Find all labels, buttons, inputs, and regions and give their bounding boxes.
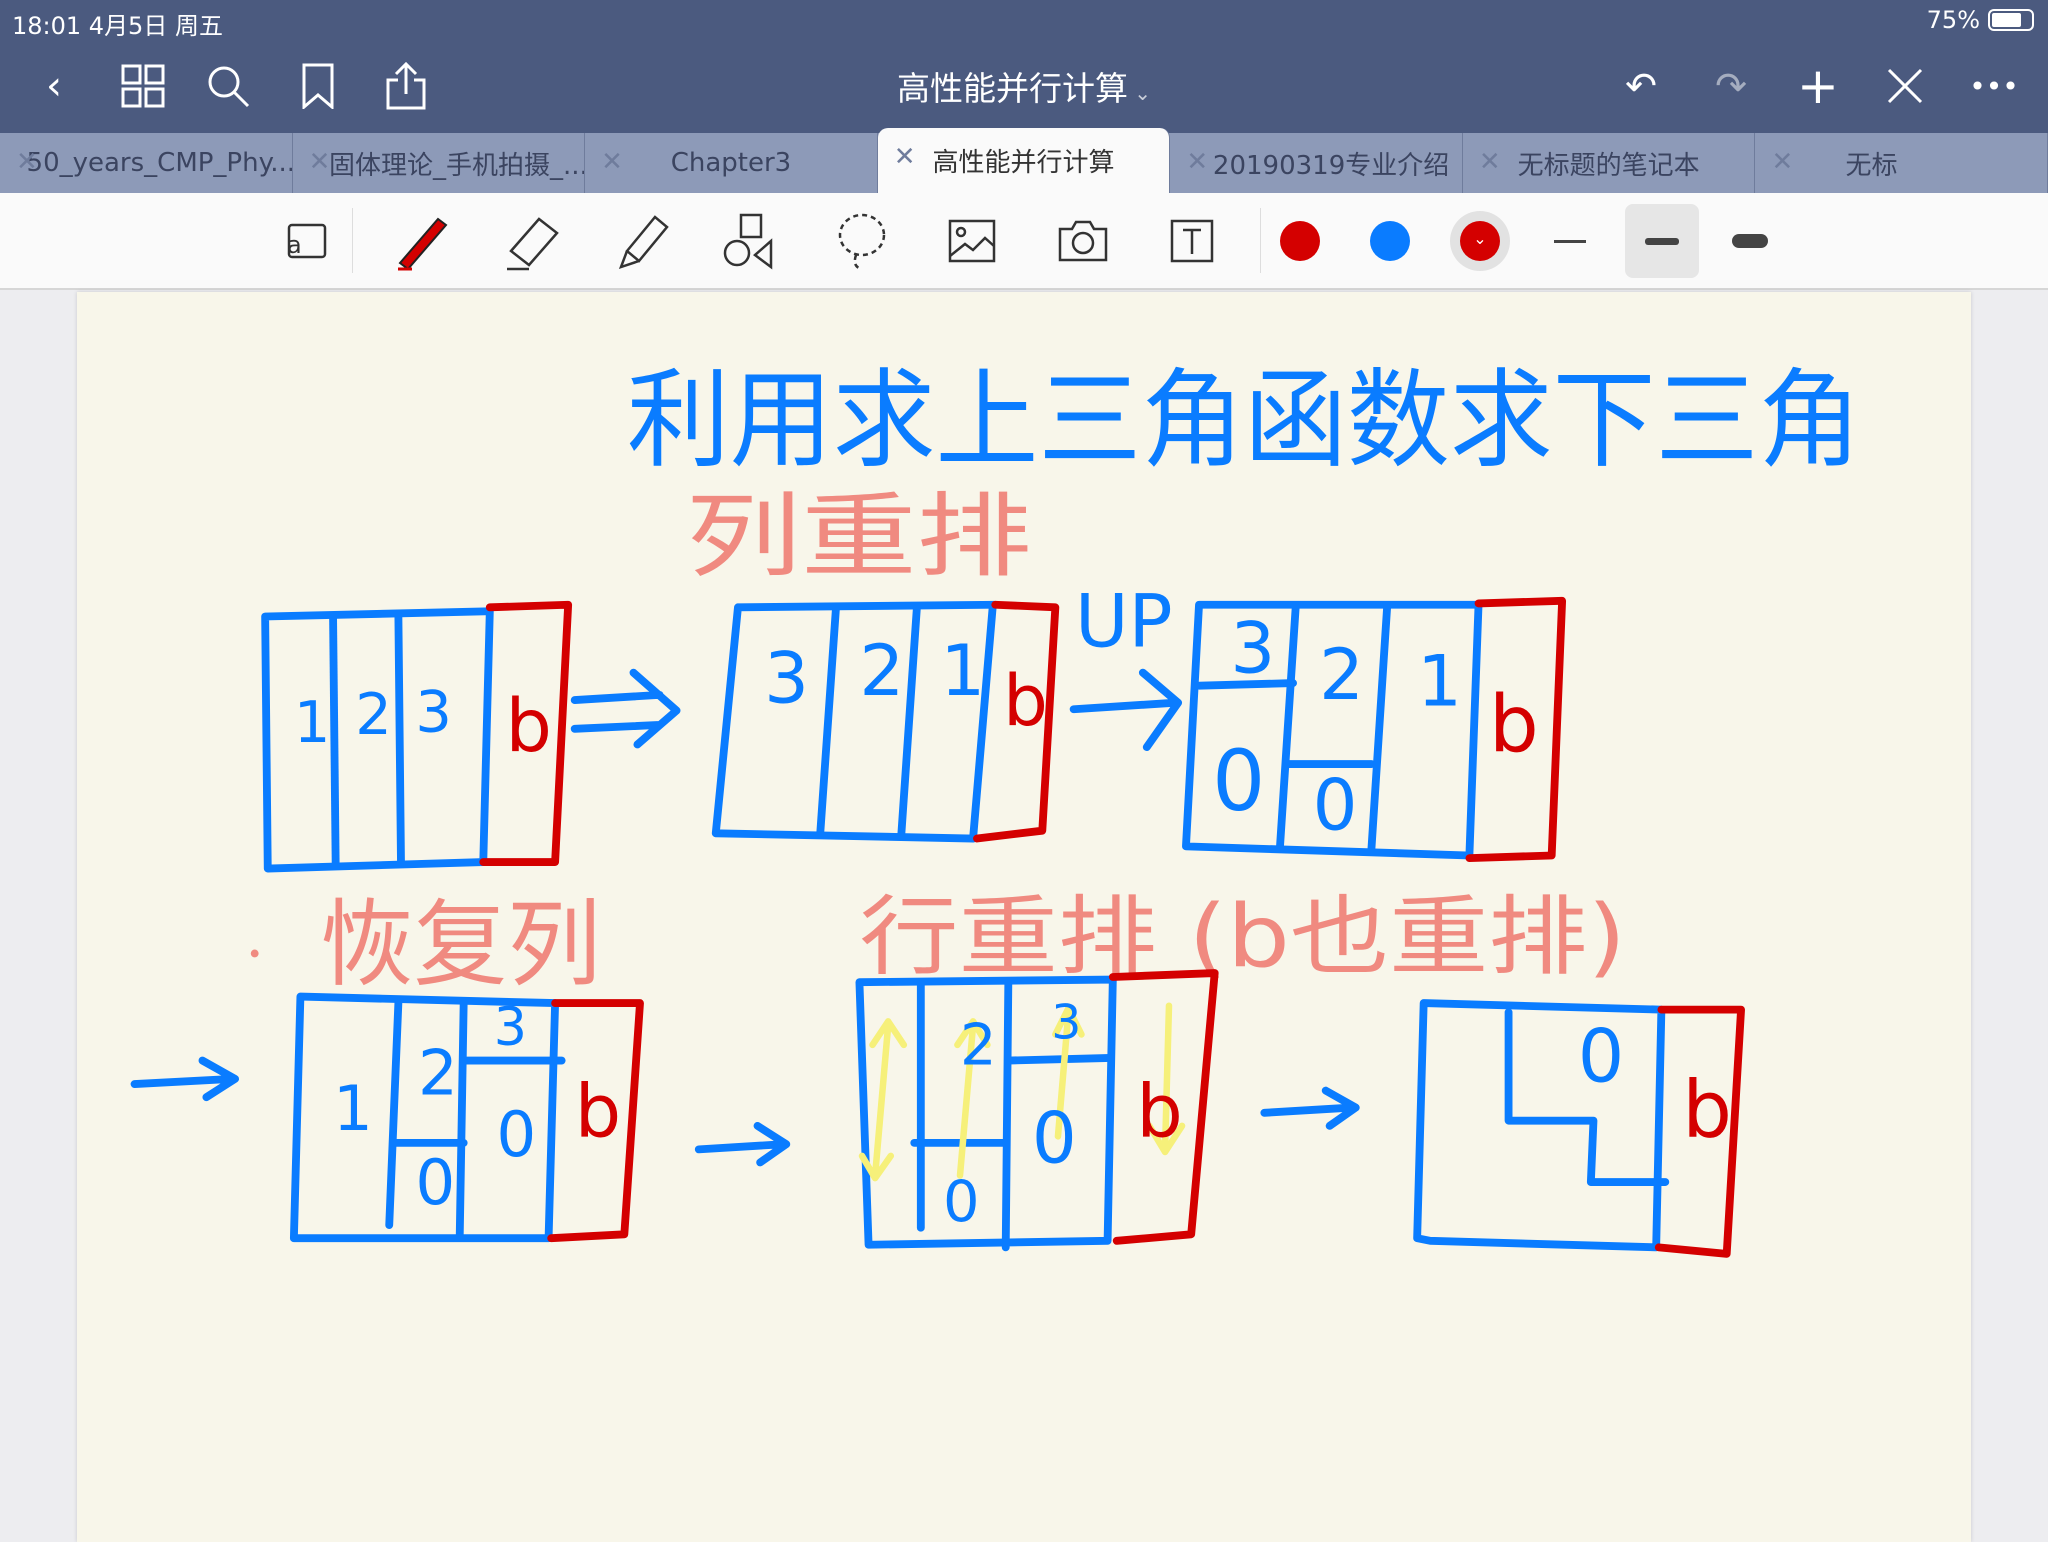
tool-bar: a ⌄ [0, 193, 2048, 290]
close-tab-icon[interactable]: ✕ [1771, 147, 1793, 177]
read-mode-icon[interactable]: a [276, 211, 336, 271]
color-blue[interactable] [1360, 211, 1420, 271]
tab[interactable]: ✕ 20190319专业介绍 [1170, 133, 1463, 193]
redo-icon[interactable]: ↷ [1703, 58, 1759, 114]
color-custom-selected[interactable]: ⌄ [1450, 211, 1510, 271]
tab[interactable]: ✕ 无标 [1755, 133, 2048, 193]
tab[interactable]: ✕ 无标题的笔记本 [1463, 133, 1756, 193]
close-tab-icon[interactable]: ✕ [1479, 147, 1501, 177]
note-page[interactable] [77, 292, 1971, 1542]
close-pen-icon[interactable] [1877, 58, 1933, 114]
chevron-down-icon[interactable]: ⌄ [1128, 81, 1151, 105]
close-tab-icon[interactable]: ✕ [601, 147, 623, 177]
pen-tool-icon[interactable] [390, 211, 450, 271]
stroke-medium-selected[interactable] [1625, 204, 1699, 278]
shapes-icon[interactable] [719, 211, 779, 271]
status-time: 18:01 4月5日 周五 [12, 12, 223, 40]
image-icon[interactable] [942, 211, 1002, 271]
text-box-icon[interactable] [1162, 211, 1222, 271]
close-tab-icon[interactable]: ✕ [1186, 147, 1208, 177]
lasso-icon[interactable] [832, 211, 892, 271]
close-tab-icon[interactable]: ✕ [16, 147, 38, 177]
camera-icon[interactable] [1053, 211, 1113, 271]
tab-bar: ✕ 50_years_CMP_Phy... ✕ 固体理论_手机拍摄_... ✕ Cha… [0, 128, 2048, 193]
tab[interactable]: ✕ 固体理论_手机拍摄_... [293, 133, 586, 193]
stroke-thin[interactable] [1540, 211, 1600, 271]
battery-icon [1988, 9, 2034, 31]
tab-active[interactable]: ✕ 高性能并行计算 [877, 128, 1171, 193]
more-icon[interactable]: ••• [1966, 58, 2022, 114]
undo-icon[interactable]: ↶ [1613, 58, 1669, 114]
highlighter-icon[interactable] [613, 211, 673, 271]
status-bar: 18:01 4月5日 周五 75% [0, 0, 2048, 40]
nav-bar: ‹ 高性能并行计算 ⌄ ↶ ↷ + ••• [0, 40, 2048, 133]
tab[interactable]: ✕ 50_years_CMP_Phy... [0, 133, 293, 193]
add-icon[interactable]: + [1790, 57, 1846, 115]
close-tab-icon[interactable]: ✕ [894, 142, 916, 172]
stroke-thick[interactable] [1720, 211, 1780, 271]
color-red[interactable] [1270, 211, 1330, 271]
tab[interactable]: ✕ Chapter3 [585, 133, 878, 193]
battery-indicator: 75% [1927, 6, 2034, 34]
battery-percent: 75% [1926, 6, 1980, 34]
chevron-down-icon: ⌄ [1460, 221, 1500, 261]
svg-text:a: a [287, 231, 302, 259]
close-tab-icon[interactable]: ✕ [309, 147, 331, 177]
eraser-icon[interactable] [503, 211, 563, 271]
